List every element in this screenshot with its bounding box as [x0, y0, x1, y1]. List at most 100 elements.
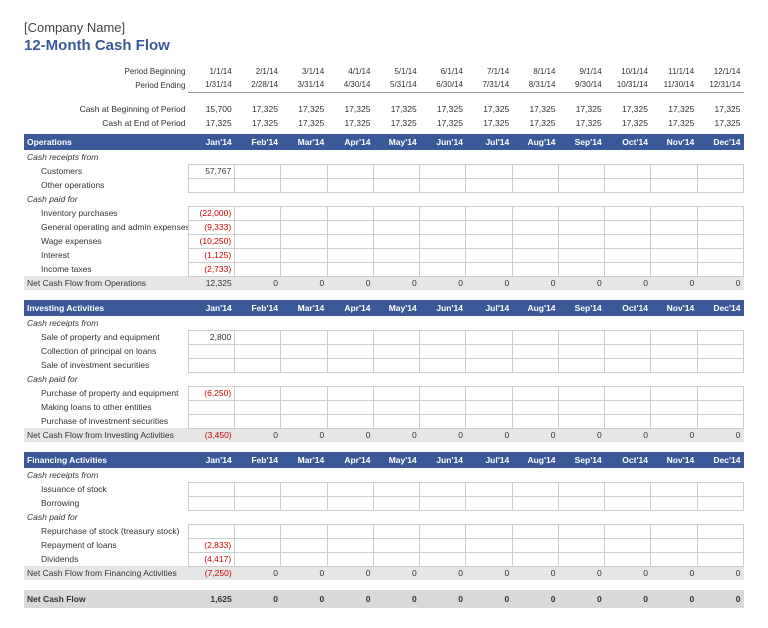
cell: 0 [281, 428, 327, 442]
month-header: Jul'14 [466, 134, 512, 150]
cell [420, 496, 466, 510]
section-title: Financing Activities [24, 452, 188, 468]
cell [373, 538, 419, 552]
cell [466, 248, 512, 262]
cell [651, 316, 697, 330]
line-item: Wage expenses [24, 234, 188, 248]
cell [558, 178, 604, 192]
cell [188, 414, 234, 428]
cell: 17,325 [466, 116, 512, 130]
cell: 0 [466, 428, 512, 442]
cell: (10,250) [188, 234, 234, 248]
cell: 0 [373, 566, 419, 580]
paid-label: Cash paid for [24, 192, 188, 206]
cell [420, 372, 466, 386]
paid-label: Cash paid for [24, 372, 188, 386]
cell: 0 [327, 276, 373, 290]
cell [281, 178, 327, 192]
month-header: Apr'14 [327, 134, 373, 150]
cell [188, 496, 234, 510]
cell [605, 164, 651, 178]
cell [512, 316, 558, 330]
cell [651, 248, 697, 262]
cell [235, 220, 281, 234]
cell: 1/1/14 [188, 64, 234, 78]
cell [281, 206, 327, 220]
cell: 0 [558, 428, 604, 442]
cell: 0 [235, 276, 281, 290]
cell [605, 552, 651, 566]
cell: 15,700 [188, 102, 234, 116]
cell [605, 234, 651, 248]
cell [327, 164, 373, 178]
cell [558, 552, 604, 566]
cell [420, 220, 466, 234]
period-beginning-label: Period Beginning [24, 64, 188, 78]
cell [651, 192, 697, 206]
cell [281, 496, 327, 510]
cell [281, 220, 327, 234]
cell [235, 496, 281, 510]
month-header: Jun'14 [420, 300, 466, 316]
cell: (2,833) [188, 538, 234, 552]
cell [512, 330, 558, 344]
cell: 0 [420, 428, 466, 442]
month-header: Nov'14 [651, 300, 697, 316]
line-item: Interest [24, 248, 188, 262]
cell [281, 510, 327, 524]
cell [558, 372, 604, 386]
cell: (1,125) [188, 248, 234, 262]
cell [281, 344, 327, 358]
cell [512, 150, 558, 164]
cell [651, 372, 697, 386]
cell: 0 [235, 566, 281, 580]
cell: 0 [605, 428, 651, 442]
cell [651, 538, 697, 552]
cell: 0 [281, 566, 327, 580]
cell [558, 538, 604, 552]
cell: 4/1/14 [327, 64, 373, 78]
cell [651, 400, 697, 414]
cell [188, 482, 234, 496]
month-header: Sep'14 [558, 300, 604, 316]
cell [651, 358, 697, 372]
cell [512, 552, 558, 566]
report-title: 12-Month Cash Flow [24, 37, 744, 54]
cell: 12/1/14 [697, 64, 743, 78]
cell: 17,325 [420, 102, 466, 116]
cell: 0 [281, 590, 327, 608]
cell: 3/1/14 [281, 64, 327, 78]
cell [281, 524, 327, 538]
cell: 1,625 [188, 590, 234, 608]
line-item: Repayment of loans [24, 538, 188, 552]
cell [373, 344, 419, 358]
cell [605, 248, 651, 262]
cell: 17,325 [281, 102, 327, 116]
month-header: May'14 [373, 300, 419, 316]
cell [373, 178, 419, 192]
cell [327, 234, 373, 248]
cell [697, 192, 743, 206]
cell [466, 496, 512, 510]
month-header: Nov'14 [651, 452, 697, 468]
cell [697, 400, 743, 414]
cell [188, 468, 234, 482]
month-header: Dec'14 [697, 300, 743, 316]
cell [512, 482, 558, 496]
cell: 0 [651, 590, 697, 608]
cell [373, 220, 419, 234]
cell [466, 538, 512, 552]
cell: 0 [466, 276, 512, 290]
cell [281, 372, 327, 386]
cell [235, 150, 281, 164]
cell: 2/28/14 [235, 78, 281, 92]
cell [512, 496, 558, 510]
cell [420, 414, 466, 428]
cell [281, 316, 327, 330]
cell [512, 164, 558, 178]
cell [327, 192, 373, 206]
cell [697, 496, 743, 510]
cell [605, 538, 651, 552]
section-net-label: Net Cash Flow from Operations [24, 276, 188, 290]
line-item: Issuance of stock [24, 482, 188, 496]
